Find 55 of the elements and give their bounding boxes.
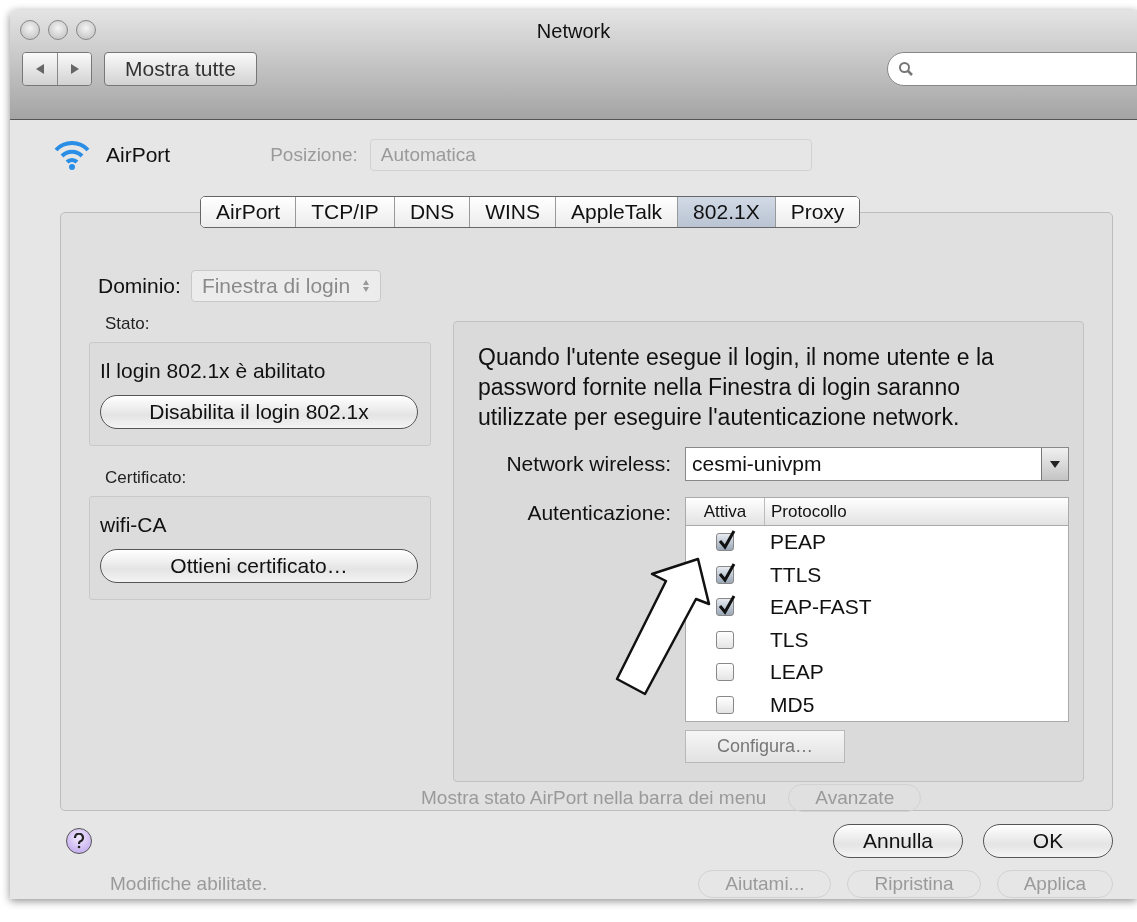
dropdown-arrow-icon (1050, 460, 1060, 468)
tab[interactable]: WINS (469, 197, 556, 227)
tab[interactable]: Proxy (774, 197, 860, 227)
certificate-name: wifi-CA (100, 513, 168, 537)
protocol-cell-text: PEAP (769, 530, 827, 555)
search-icon (898, 61, 914, 77)
disable-login-button[interactable]: Disabilita il login 802.1x (100, 395, 418, 429)
wifi-icon (52, 138, 92, 172)
tab[interactable]: DNS (393, 197, 470, 227)
status-label: Stato: (105, 314, 151, 334)
stepper-arrows-icon (362, 279, 371, 293)
description-text: Quando l'utente esegue il login, il nome utente e la password fornite nella Finestra di login saranno utilizzate per eseguire l'autenticazione network. (478, 343, 995, 432)
show-all-button[interactable]: Mostra tutte (104, 52, 257, 86)
authentication-label: Autenticazione: (526, 500, 671, 525)
dialog-button[interactable]: OK (983, 824, 1113, 858)
help-button[interactable] (66, 828, 92, 854)
get-certificate-button[interactable]: Ottieni certificato… (100, 549, 418, 583)
location-popup: Automatica (369, 139, 812, 171)
wireless-network-combo[interactable]: cesmi-univpm (685, 447, 1069, 481)
back-button[interactable] (23, 53, 57, 85)
forward-arrow-icon (69, 63, 80, 75)
certificate-label: Certificato: (105, 468, 188, 488)
checkbox[interactable] (716, 695, 734, 714)
protocol-cell-text: TTLS (769, 562, 822, 587)
zoom-button[interactable] (76, 20, 96, 40)
wireless-network-label: Network wireless: (505, 452, 671, 476)
tab[interactable]: AppleTalk (555, 197, 678, 227)
domain-label: Dominio: (98, 274, 181, 298)
back-arrow-icon (35, 63, 45, 75)
column-header[interactable]: Protocollo (765, 498, 847, 525)
checkbox[interactable] (716, 598, 734, 617)
location-label: Posizione: (270, 144, 358, 166)
minimize-button[interactable] (48, 20, 68, 40)
dialog-button[interactable]: Annulla (833, 824, 963, 858)
checkbox[interactable] (716, 533, 734, 552)
forward-button[interactable] (57, 53, 91, 85)
checkbox[interactable] (716, 565, 734, 584)
protocol-cell-text: EAP-FAST (769, 595, 872, 620)
protocol-cell-text: MD5 (769, 692, 815, 717)
question-mark-icon (73, 833, 85, 849)
lock-status-text: Modifiche abilitate. (110, 873, 268, 895)
protocol-cell-text: LEAP (769, 660, 824, 685)
checkbox[interactable] (716, 663, 734, 682)
service-name: AirPort (106, 143, 171, 167)
checkbox[interactable] (716, 630, 734, 649)
protocol-cell-text: TLS (769, 627, 809, 652)
tab[interactable]: TCP/IP (295, 197, 394, 227)
column-header[interactable]: Attiva (686, 498, 765, 525)
window-title: Network (536, 19, 611, 43)
tab[interactable]: 802.1X (677, 197, 775, 227)
close-button[interactable] (20, 20, 40, 40)
menu-bar-option: Mostra stato AirPort nella barra dei menu (421, 787, 767, 809)
tab[interactable]: AirPort (201, 197, 296, 227)
status-text: Il login 802.1x è abilitato (100, 359, 327, 383)
search-field[interactable] (887, 52, 1137, 86)
